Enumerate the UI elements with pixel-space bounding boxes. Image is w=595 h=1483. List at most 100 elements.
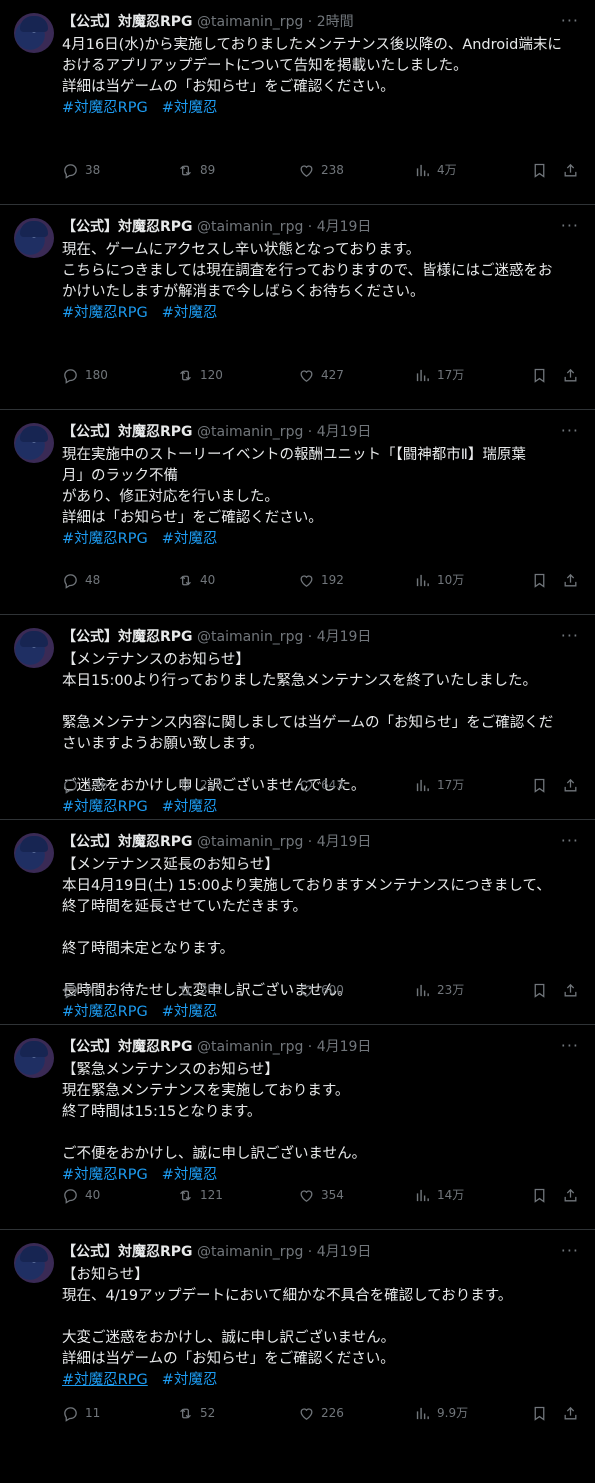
reply-button[interactable]: 40 [62, 1185, 100, 1205]
tweet-time[interactable]: 2時間 [317, 14, 354, 30]
avatar[interactable] [14, 423, 54, 463]
account-name[interactable]: 【公式】対魔忍RPG [62, 424, 193, 440]
bookmark-button[interactable] [531, 1403, 548, 1423]
account-handle[interactable]: @taimanin_rpg [197, 424, 303, 440]
tweet[interactable]: 【公式】対魔忍RPG @taimanin_rpg · 4月19日 ··· 【お知… [0, 1230, 595, 1447]
bookmark-button[interactable] [531, 980, 548, 1000]
share-button[interactable] [562, 775, 579, 795]
views-button[interactable]: 10万 [414, 570, 464, 590]
retweet-button[interactable]: 120 [177, 365, 223, 385]
views-button[interactable]: 17万 [414, 365, 464, 385]
more-options-icon[interactable]: ··· [561, 627, 579, 645]
hashtag-link[interactable]: #対魔忍RPG [62, 531, 148, 547]
account-handle[interactable]: @taimanin_rpg [197, 1244, 303, 1260]
tweet[interactable]: 【公式】対魔忍RPG @taimanin_rpg · 4月19日 ··· 現在、… [0, 205, 595, 410]
account-handle[interactable]: @taimanin_rpg [197, 14, 303, 30]
tweet-time[interactable]: 4月19日 [317, 1039, 372, 1055]
avatar[interactable] [14, 1243, 54, 1283]
more-options-icon[interactable]: ··· [561, 217, 579, 235]
tweet-actions: 180 120 427 17万 [62, 365, 583, 385]
hashtag-link[interactable]: #対魔忍RPG [62, 799, 148, 815]
hashtag-link[interactable]: #対魔忍 [162, 799, 218, 815]
bookmark-button[interactable] [531, 570, 548, 590]
hashtag-link[interactable]: #対魔忍RPG [62, 1372, 148, 1388]
hashtag-link[interactable]: #対魔忍 [162, 1372, 218, 1388]
views-button[interactable]: 23万 [414, 980, 464, 1000]
reply-button[interactable]: 97 [62, 980, 100, 1000]
account-name[interactable]: 【公式】対魔忍RPG [62, 834, 193, 850]
tweet[interactable]: 【公式】対魔忍RPG @taimanin_rpg · 4月19日 ··· 現在実… [0, 410, 595, 615]
share-button[interactable] [562, 1185, 579, 1205]
like-button[interactable]: 354 [298, 1185, 344, 1205]
bookmark-button[interactable] [531, 365, 548, 385]
bookmark-button[interactable] [531, 160, 548, 180]
account-handle[interactable]: @taimanin_rpg [197, 219, 303, 235]
more-options-icon[interactable]: ··· [561, 832, 579, 850]
views-button[interactable]: 9.9万 [414, 1403, 468, 1423]
avatar[interactable] [14, 218, 54, 258]
like-button[interactable]: 600 [298, 980, 344, 1000]
retweet-button[interactable]: 121 [177, 1185, 223, 1205]
like-button[interactable]: 427 [298, 365, 344, 385]
more-options-icon[interactable]: ··· [561, 1037, 579, 1055]
reply-button[interactable]: 38 [62, 160, 100, 180]
retweet-button[interactable]: 352 [177, 980, 223, 1000]
hashtag-link[interactable]: #対魔忍RPG [62, 100, 148, 116]
hashtag-link[interactable]: #対魔忍 [162, 100, 218, 116]
account-handle[interactable]: @taimanin_rpg [197, 834, 303, 850]
retweet-button[interactable]: 89 [177, 160, 215, 180]
account-name[interactable]: 【公式】対魔忍RPG [62, 1039, 193, 1055]
like-button[interactable]: 226 [298, 1403, 344, 1423]
avatar[interactable] [14, 13, 54, 53]
views-button[interactable]: 14万 [414, 1185, 464, 1205]
tweet[interactable]: 【公式】対魔忍RPG @taimanin_rpg · 4月19日 ··· 【緊急… [0, 1025, 595, 1230]
tweet-time[interactable]: 4月19日 [317, 424, 372, 440]
reply-button[interactable]: 11 [62, 1403, 100, 1423]
tweet[interactable]: 【公式】対魔忍RPG @taimanin_rpg · 4月19日 ··· 【メン… [0, 820, 595, 1025]
tweet[interactable]: 【公式】対魔忍RPG @taimanin_rpg · 2時間 ··· 4月16日… [0, 0, 595, 205]
like-count: 192 [321, 573, 344, 587]
retweet-button[interactable]: 40 [177, 570, 215, 590]
avatar[interactable] [14, 833, 54, 873]
account-name[interactable]: 【公式】対魔忍RPG [62, 219, 193, 235]
hashtag-link[interactable]: #対魔忍 [162, 531, 218, 547]
share-button[interactable] [562, 365, 579, 385]
like-button[interactable]: 643 [298, 775, 344, 795]
tweet-time[interactable]: 4月19日 [317, 629, 372, 645]
account-handle[interactable]: @taimanin_rpg [197, 1039, 303, 1055]
retweet-button[interactable]: 52 [177, 1403, 215, 1423]
like-button[interactable]: 238 [298, 160, 344, 180]
reply-button[interactable]: 48 [62, 570, 100, 590]
tweet-time[interactable]: 4月19日 [317, 1244, 372, 1260]
avatar[interactable] [14, 628, 54, 668]
views-button[interactable]: 4万 [414, 160, 457, 180]
reply-button[interactable]: 136 [62, 775, 108, 795]
hashtag-link[interactable]: #対魔忍RPG [62, 1167, 148, 1183]
views-button[interactable]: 17万 [414, 775, 464, 795]
share-button[interactable] [562, 980, 579, 1000]
tweet-time[interactable]: 4月19日 [317, 834, 372, 850]
retweet-button[interactable]: 258 [177, 775, 223, 795]
share-button[interactable] [562, 160, 579, 180]
bookmark-button[interactable] [531, 775, 548, 795]
tweet[interactable]: 【公式】対魔忍RPG @taimanin_rpg · 4月19日 ··· 【メン… [0, 615, 595, 820]
share-button[interactable] [562, 570, 579, 590]
like-button[interactable]: 192 [298, 570, 344, 590]
account-name[interactable]: 【公式】対魔忍RPG [62, 14, 193, 30]
more-options-icon[interactable]: ··· [561, 422, 579, 440]
account-handle[interactable]: @taimanin_rpg [197, 629, 303, 645]
reply-button[interactable]: 180 [62, 365, 108, 385]
account-name[interactable]: 【公式】対魔忍RPG [62, 629, 193, 645]
hashtag-link[interactable]: #対魔忍 [162, 1004, 218, 1020]
more-options-icon[interactable]: ··· [561, 12, 579, 30]
tweet-time[interactable]: 4月19日 [317, 219, 372, 235]
hashtag-link[interactable]: #対魔忍RPG [62, 1004, 148, 1020]
account-name[interactable]: 【公式】対魔忍RPG [62, 1244, 193, 1260]
more-options-icon[interactable]: ··· [561, 1242, 579, 1260]
hashtag-link[interactable]: #対魔忍 [162, 305, 218, 321]
hashtag-link[interactable]: #対魔忍RPG [62, 305, 148, 321]
hashtag-link[interactable]: #対魔忍 [162, 1167, 218, 1183]
bookmark-button[interactable] [531, 1185, 548, 1205]
avatar[interactable] [14, 1038, 54, 1078]
share-button[interactable] [562, 1403, 579, 1423]
